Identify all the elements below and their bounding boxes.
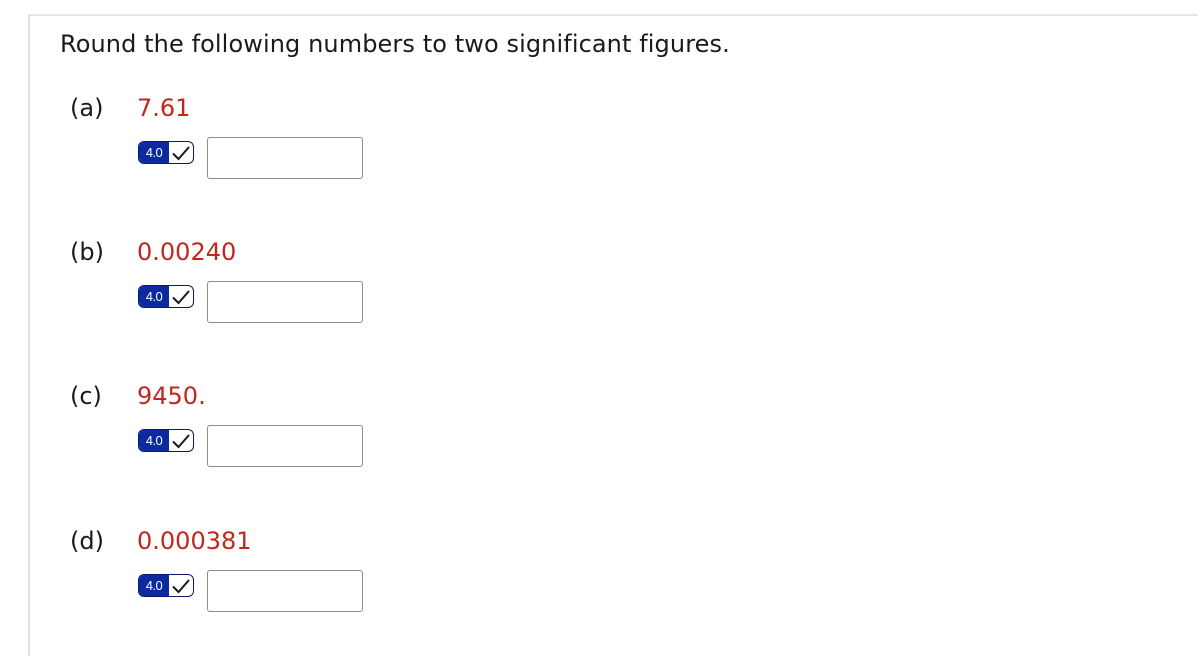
left-divider [28,14,30,656]
part-a-label: (a) [70,94,104,122]
part-a: (a) 7.61 4.0 [70,94,470,194]
part-a-points-badge: 4.0 [138,141,194,164]
checkmark-icon [169,430,193,451]
part-b: (b) 0.00240 4.0 [70,238,470,338]
part-c-points-badge: 4.0 [138,429,194,452]
part-b-answer-input[interactable] [207,281,363,323]
checkmark-icon [169,286,193,307]
points-value: 4.0 [139,286,169,307]
part-c-label: (c) [70,382,102,410]
part-a-answer-input[interactable] [207,137,363,179]
part-c-value: 9450. [137,382,206,410]
checkmark-icon [169,142,193,163]
part-d: (d) 0.000381 4.0 [70,527,470,627]
part-b-points-badge: 4.0 [138,285,194,308]
part-a-value: 7.61 [137,94,191,122]
points-value: 4.0 [139,430,169,451]
points-value: 4.0 [139,575,169,596]
question-prompt: Round the following numbers to two signi… [60,30,730,58]
part-c: (c) 9450. 4.0 [70,382,470,482]
part-d-points-badge: 4.0 [138,574,194,597]
part-c-answer-input[interactable] [207,425,363,467]
points-value: 4.0 [139,142,169,163]
top-divider [29,14,1198,16]
question-page: Round the following numbers to two signi… [0,0,1198,656]
checkmark-icon [169,575,193,596]
part-d-answer-input[interactable] [207,570,363,612]
part-d-label: (d) [70,527,104,555]
part-b-value: 0.00240 [137,238,237,266]
part-d-value: 0.000381 [137,527,252,555]
part-b-label: (b) [70,238,104,266]
